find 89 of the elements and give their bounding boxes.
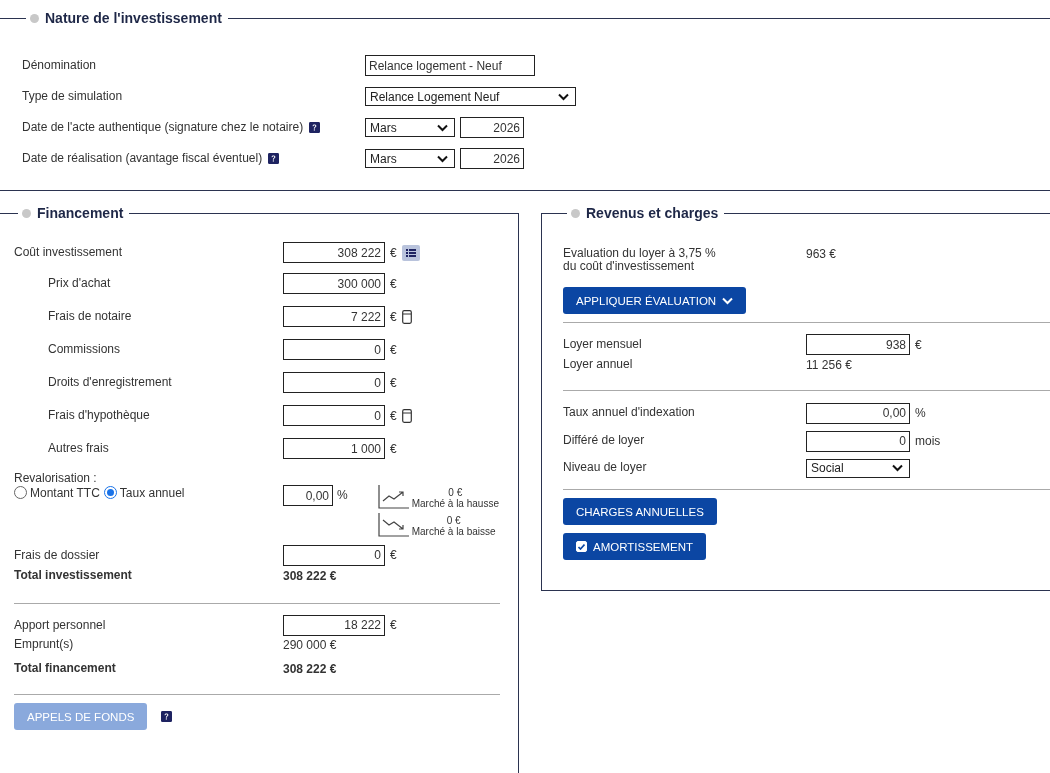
number-field[interactable]: 0 (283, 339, 385, 360)
number-field[interactable]: 18 222 (283, 614, 385, 636)
number-field[interactable]: 0,00 (806, 402, 910, 424)
field-label: Loyer annuel (563, 358, 634, 372)
number-field[interactable]: 0 (283, 372, 385, 393)
field-label: Frais de dossier (14, 548, 101, 562)
checkbox[interactable] (576, 541, 587, 552)
field-label: Prix d'achat (47, 276, 112, 291)
field-label: Type de simulation (22, 89, 123, 104)
value-text: 963 € (806, 247, 838, 261)
field-label: Emprunt(s) (14, 638, 75, 652)
chevron-icon (558, 92, 569, 101)
bullet-dot (571, 208, 580, 218)
field-label: Evaluation du loyer à 3,75 % du coût d'investissement (563, 247, 717, 274)
calculator-icon[interactable] (401, 309, 412, 324)
select-field[interactable]: Relance Logement Neuf (365, 87, 576, 106)
number-field[interactable]: 0 (283, 405, 385, 426)
number-field[interactable]: 938 (806, 334, 910, 355)
market-label: Marché à la hausse (411, 498, 499, 510)
text-field[interactable]: Relance logement - Neuf (365, 55, 535, 76)
chevron-icon (892, 464, 903, 472)
year-field[interactable]: 2026 (460, 117, 524, 138)
help-icon[interactable] (268, 153, 280, 164)
section-title: Revenus et charges (586, 205, 719, 221)
calculator-icon[interactable] (401, 408, 412, 423)
field-label: Coût investissement (14, 245, 124, 260)
field-label: Loyer mensuel (563, 337, 643, 352)
value-text: 11 256 € (806, 358, 853, 372)
month-select[interactable]: Mars (365, 149, 455, 168)
value-text: 308 222 € (283, 662, 338, 677)
field-label: Dénomination (22, 58, 97, 73)
field-label: Apport personnel (14, 618, 107, 632)
trend-up-icon[interactable] (377, 485, 410, 510)
bullet-dot (22, 208, 31, 218)
unit-label: % (337, 488, 348, 503)
section-title: Financement (37, 205, 124, 221)
market-amount: 0 € (446, 516, 461, 527)
field-label: Date de l'acte authentique (signature chez le notaire) (22, 120, 304, 135)
field-label: Frais de notaire (47, 309, 133, 324)
field-label: Total investissement (14, 569, 133, 583)
field-label: Commissions (47, 342, 121, 357)
unit-label: € (390, 408, 397, 423)
number-field[interactable]: 0 (283, 544, 385, 566)
chevron-icon (722, 296, 734, 305)
unit-label: € (390, 309, 397, 324)
help-icon[interactable] (309, 122, 321, 133)
list-icon[interactable] (401, 244, 420, 261)
select-field[interactable]: Social (806, 458, 910, 478)
unit-label: € (915, 337, 922, 352)
field-label: Différé de loyer (563, 434, 646, 448)
unit-label: € (390, 375, 397, 390)
unit-label: € (390, 441, 397, 456)
field-label: Niveau de loyer (563, 461, 648, 475)
number-field[interactable]: 1 000 (283, 438, 385, 459)
number-field[interactable]: 300 000 (283, 273, 385, 294)
action-button[interactable]: AMORTISSEMENT (563, 533, 707, 560)
unit-label: € (390, 245, 397, 260)
year-field[interactable]: 2026 (460, 148, 524, 169)
number-field[interactable]: 0,00 (283, 485, 333, 507)
field-label: Date de réalisation (avantage fiscal éventuel) (22, 151, 263, 166)
radio-option[interactable]: Taux annuel (103, 485, 185, 500)
field-label: Taux annuel d'indexation (563, 406, 696, 420)
number-field[interactable]: 0 (806, 430, 910, 452)
number-field[interactable]: 7 222 (283, 306, 385, 327)
trend-down-icon[interactable] (377, 513, 410, 538)
field-label: Frais d'hypothèque (47, 408, 151, 423)
unit-label: € (390, 618, 397, 633)
value-text: 290 000 € (283, 638, 338, 653)
radio-option[interactable]: Montant TTC (14, 485, 100, 500)
unit-label: € (390, 276, 397, 291)
field-label: Revalorisation : (14, 471, 97, 485)
unit-label: € (390, 548, 397, 563)
value-text: 308 222 € (283, 569, 338, 584)
chevron-icon (437, 154, 448, 163)
field-label: Droits d'enregistrement (47, 375, 173, 390)
market-amount: 0 € (448, 488, 463, 499)
unit-label: % (915, 406, 926, 420)
bullet-dot (30, 13, 39, 23)
unit-label: mois (915, 434, 941, 448)
market-label: Marché à la baisse (411, 526, 496, 538)
field-label: Autres frais (47, 441, 110, 456)
section-title: Nature de l'investissement (45, 10, 222, 26)
unit-label: € (390, 342, 397, 357)
field-label: Total financement (14, 662, 117, 676)
chevron-icon (437, 123, 448, 132)
number-field[interactable]: 308 222 (283, 242, 385, 263)
action-button[interactable]: APPLIQUER ÉVALUATION (563, 287, 747, 314)
action-button[interactable]: CHARGES ANNUELLES (563, 498, 717, 525)
month-select[interactable]: Mars (365, 118, 455, 137)
